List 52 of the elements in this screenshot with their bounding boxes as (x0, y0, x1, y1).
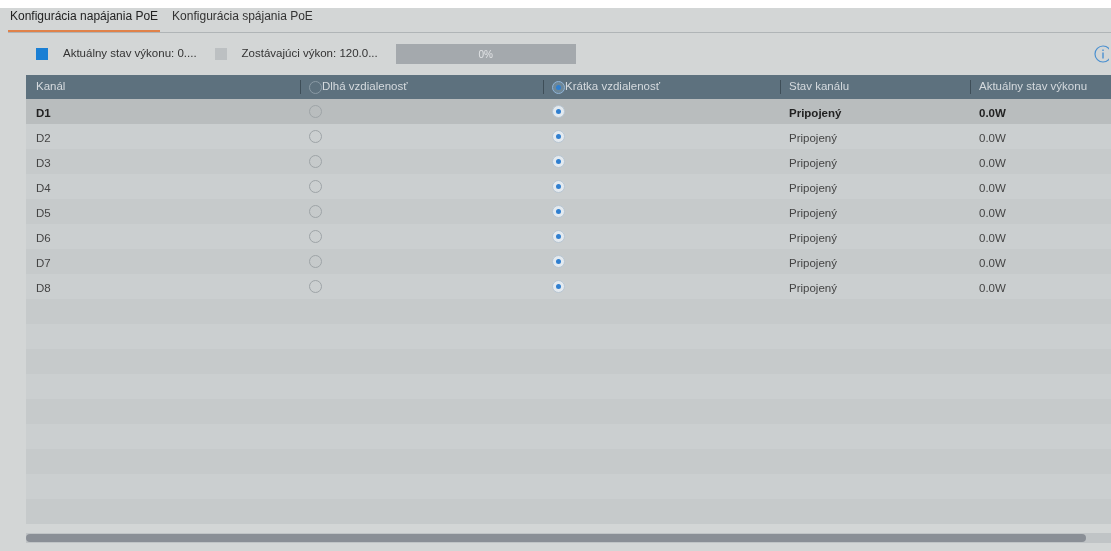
column-header: Krátka vzdialenosť (565, 79, 661, 95)
table-cell: D2 (36, 131, 51, 144)
table-cell: Pripojený (789, 156, 837, 169)
radio-button[interactable] (552, 130, 565, 143)
table-cell: 0.0W (979, 256, 1006, 269)
table-cell: D1 (36, 106, 51, 119)
radio-button[interactable] (552, 180, 565, 193)
scrollbar-thumb[interactable] (26, 534, 1086, 542)
table-cell: Pripojený (789, 256, 837, 269)
table-cell: Pripojený (789, 231, 837, 244)
table-cell: 0.0W (979, 181, 1006, 194)
table-cell: D4 (36, 181, 51, 194)
table-row[interactable]: D2 Pripojený 0.0W (26, 124, 1111, 149)
legend-label: Zostávajúci výkon: 120.0... (241, 46, 378, 62)
tab[interactable]: Konfigurácia spájania PoE (170, 7, 315, 32)
column-header: Stav kanálu (789, 79, 850, 95)
table-row[interactable]: D4 Pripojený 0.0W (26, 174, 1111, 199)
table-cell: 0.0W (979, 231, 1006, 244)
column-header: Dlhá vzdialenosť (322, 79, 408, 95)
info-icon[interactable] (1093, 45, 1109, 63)
legend-label: Aktuálny stav výkonu: 0.... (63, 46, 197, 62)
table-row[interactable]: D3 Pripojený 0.0W (26, 149, 1111, 174)
table-cell: D7 (36, 256, 51, 269)
radio-button[interactable] (552, 105, 565, 118)
radio-button[interactable] (552, 80, 565, 94)
table-cell: Pripojený (789, 206, 837, 219)
table-cell: Pripojený (789, 281, 837, 294)
table-cell: D6 (36, 231, 51, 244)
table-cell: D8 (36, 281, 51, 294)
table-row[interactable]: D5 Pripojený 0.0W (26, 199, 1111, 224)
radio-button[interactable] (552, 230, 565, 243)
table-cell: 0.0W (979, 156, 1006, 169)
table-row[interactable]: D1 Pripojený 0.0W (26, 99, 1111, 124)
table-cell: Pripojený (789, 181, 837, 194)
table-row[interactable]: D6 Pripojený 0.0W (26, 224, 1111, 249)
table-cell: D5 (36, 206, 51, 219)
radio-button[interactable] (552, 255, 565, 268)
table-cell: Pripojený (789, 106, 842, 119)
table-cell: 0.0W (979, 131, 1006, 144)
table-row[interactable]: D7 Pripojený 0.0W (26, 249, 1111, 274)
radio-button[interactable] (552, 155, 565, 168)
column-header: Aktuálny stav výkonu (979, 79, 1088, 95)
table-cell: D3 (36, 156, 51, 169)
table-cell: 0.0W (979, 106, 1006, 119)
radio-button[interactable] (552, 280, 565, 293)
table-row[interactable]: D8 Pripojený 0.0W (26, 274, 1111, 299)
table-cell: Pripojený (789, 131, 837, 144)
radio-button[interactable] (552, 205, 565, 218)
tab[interactable]: Konfigurácia napájania PoE (8, 7, 161, 32)
table-cell: 0.0W (979, 206, 1006, 219)
table-cell: 0.0W (979, 281, 1006, 294)
column-header: Kanál (36, 79, 66, 95)
